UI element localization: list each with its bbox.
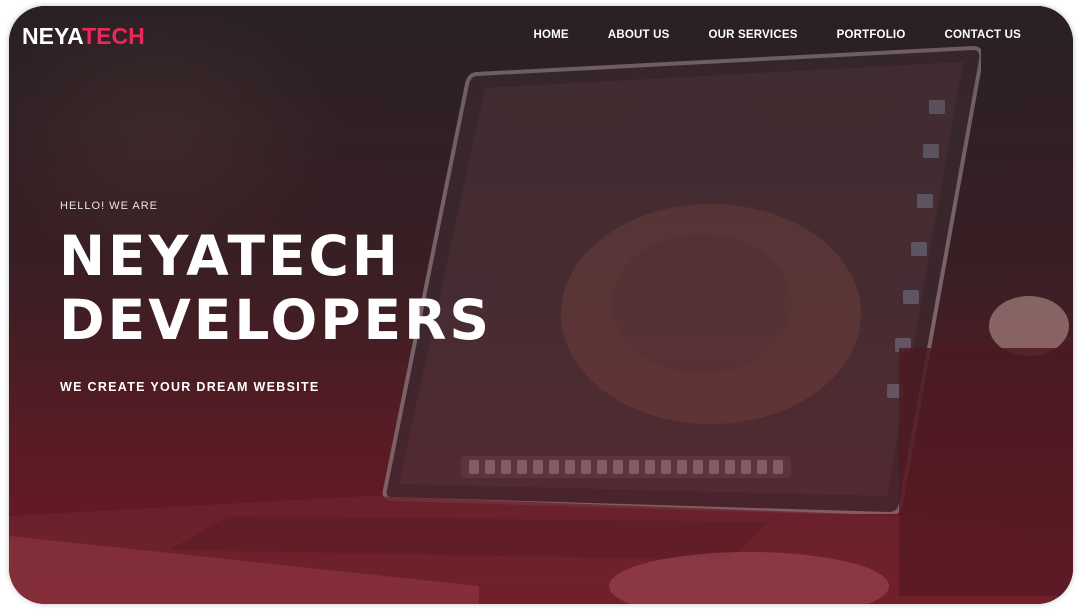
nav-link-our-services[interactable]: OUR SERVICES: [708, 27, 797, 43]
hero-greeting: HELLO! WE ARE: [60, 200, 158, 212]
nav-link-portfolio[interactable]: PORTFOLIO: [837, 27, 906, 43]
hero-headline-line-1: NEYATECH: [59, 224, 401, 288]
logo-text-accent: TECH: [82, 23, 145, 49]
brand-logo[interactable]: NEYATECH: [22, 22, 145, 50]
hero-section: NEYATECH HOME ABOUT US OUR SERVICES PORT…: [9, 6, 1073, 604]
hero-headline-line-2: DEVELOPERS: [59, 288, 493, 352]
nav-link-about-us[interactable]: ABOUT US: [608, 27, 670, 43]
hero-tagline: WE CREATE YOUR DREAM WEBSITE: [60, 380, 320, 394]
logo-text-primary: NEYA: [22, 23, 83, 49]
main-navigation: HOME ABOUT US OUR SERVICES PORTFOLIO CON…: [534, 27, 1022, 43]
hero-headline: NEYATECH DEVELOPERS: [59, 224, 492, 352]
nav-link-contact-us[interactable]: CONTACT US: [944, 27, 1021, 43]
nav-link-home[interactable]: HOME: [534, 27, 569, 43]
